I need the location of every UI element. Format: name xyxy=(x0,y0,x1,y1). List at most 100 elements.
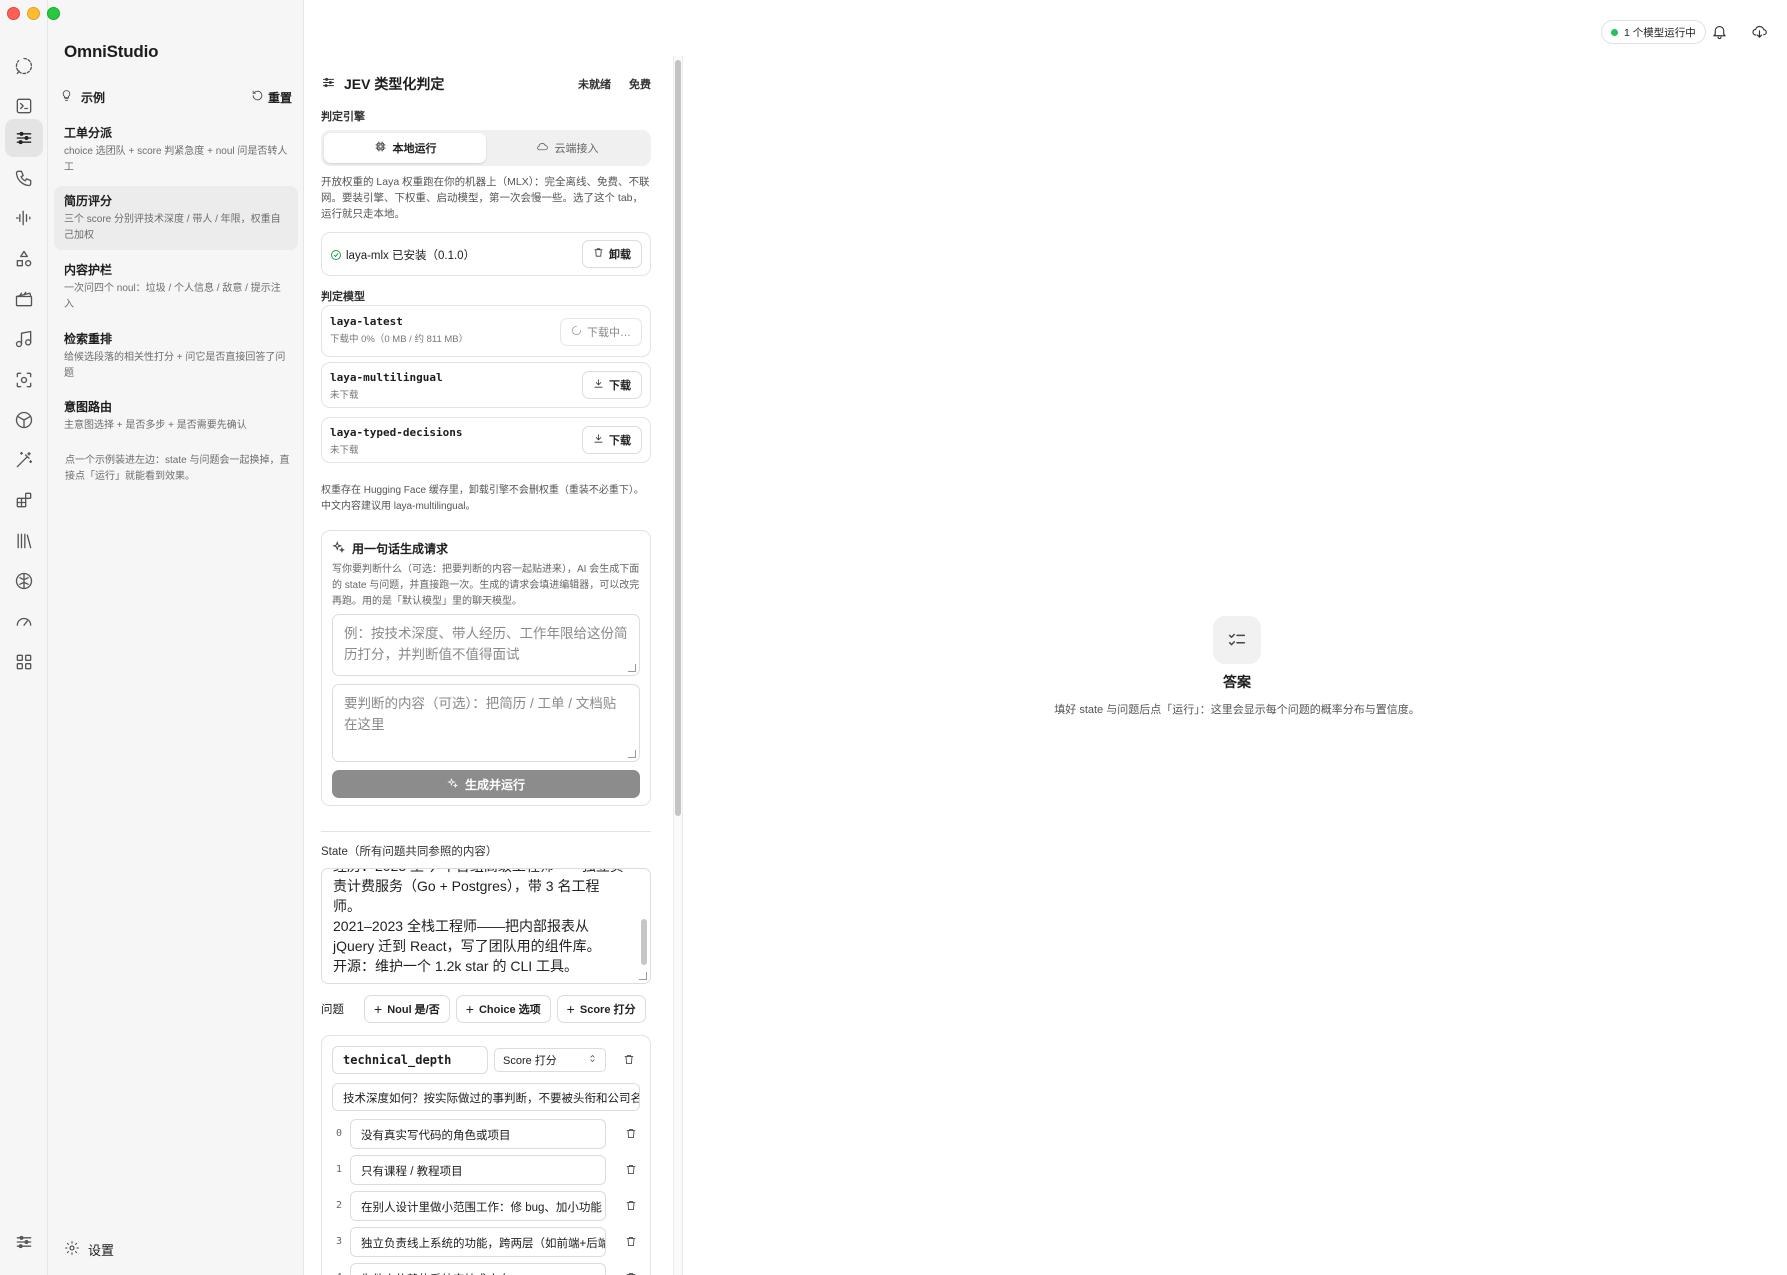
minimize-window-button[interactable] xyxy=(27,7,40,20)
price-badge: 免费 xyxy=(629,79,651,91)
model-status: 下载中 0%（0 MB / 约 811 MB） xyxy=(330,334,469,345)
download-button[interactable]: 下载 xyxy=(582,426,642,454)
example-item-retrieval-rerank[interactable]: 检索重排 给候选段落的相关性打分 + 问它是否直接回答了问题 xyxy=(54,324,298,388)
reset-icon xyxy=(251,89,264,105)
rail-music-icon[interactable] xyxy=(5,320,43,358)
example-item-intent-routing[interactable]: 意图路由 主意图选择 + 是否多步 + 是否需要先确认 xyxy=(54,392,298,440)
example-item-ticket-routing[interactable]: 工单分派 choice 选团队 + score 判紧急度 + noul 问是否转… xyxy=(54,118,298,182)
rail-magic-wand-icon[interactable] xyxy=(5,441,43,479)
tab-cloud-label: 云端接入 xyxy=(554,143,599,155)
sparkles-icon xyxy=(332,540,346,557)
content-textarea[interactable]: 要判断的内容（可选）：把简历 / 工单 / 文档贴在这里 xyxy=(332,684,640,762)
zoom-window-button[interactable] xyxy=(47,7,60,20)
rail-decisions-icon[interactable] xyxy=(5,119,43,157)
chip-icon xyxy=(374,140,387,156)
rail-apps-grid-icon[interactable] xyxy=(5,643,43,681)
rail-gauge-icon[interactable] xyxy=(5,602,43,640)
rail-library-icon[interactable] xyxy=(5,522,43,560)
rail-3d-icon[interactable] xyxy=(5,401,43,439)
engine-description: 开放权重的 Laya 权重跑在你的机器上（MLX）：完全离线、免费、不联网。要装… xyxy=(321,176,650,220)
model-status: 未下载 xyxy=(330,390,359,401)
resize-handle[interactable] xyxy=(628,664,636,672)
state-label: State（所有问题共同参照的内容） xyxy=(321,846,498,858)
sparkles-icon xyxy=(447,777,459,792)
models-note: 权重存在 Hugging Face 缓存里，卸载引擎不会删权重（重装不必重下）。… xyxy=(321,485,644,512)
score-option: 0 没有真实写代码的角色或项目 xyxy=(332,1119,650,1149)
settings-label: 设置 xyxy=(88,1243,115,1258)
model-name: laya-multilingual xyxy=(330,371,443,384)
option-input[interactable]: 为他人依赖的系统定技术方向 xyxy=(350,1263,606,1275)
trash-icon xyxy=(593,247,604,261)
plus-icon: + xyxy=(465,1001,474,1017)
option-input[interactable]: 在别人设计里做小范围工作：修 bug、加小功能 xyxy=(350,1191,606,1221)
checklist-icon xyxy=(1213,616,1261,664)
rail-chat-icon[interactable] xyxy=(5,47,43,85)
state-content: 经历：2023 至今 平台组高级工程师——独立负责计费服务（Go + Postg… xyxy=(333,869,624,974)
rail-shapes-icon[interactable] xyxy=(5,240,43,278)
request-textarea[interactable]: 例：按技术深度、带人经历、工作年限给这份简历打分，并判断值不值得面试 xyxy=(332,614,640,676)
example-desc: 主意图选择 + 是否多步 + 是否需要先确认 xyxy=(64,420,247,431)
model-status-pill[interactable]: 1 个模型运行中 xyxy=(1601,20,1706,44)
plus-icon: + xyxy=(566,1001,575,1017)
delete-question-icon[interactable] xyxy=(623,1053,635,1066)
delete-option-icon[interactable] xyxy=(625,1163,637,1176)
add-choice-label: Choice 选项 xyxy=(478,1004,541,1016)
option-input[interactable]: 独立负责线上系统的功能，跨两层（如前端+后端） xyxy=(350,1227,606,1257)
app-window: OmniStudio 示例 重置 工单分派 choice 选团队 + score… xyxy=(0,0,1787,1275)
panel-scrollbar[interactable] xyxy=(675,60,681,816)
examples-title: 示例 xyxy=(81,90,106,105)
rail-sliders-icon[interactable] xyxy=(14,1232,34,1257)
example-title: 简历评分 xyxy=(64,194,113,208)
score-option: 4 为他人依赖的系统定技术方向 xyxy=(332,1263,650,1275)
download-button[interactable]: 下载 xyxy=(582,371,642,399)
resize-handle[interactable] xyxy=(639,972,647,980)
close-window-button[interactable] xyxy=(7,7,20,20)
rail-scan-icon[interactable] xyxy=(5,361,43,399)
rail-phone-icon[interactable] xyxy=(5,159,43,197)
tab-local[interactable]: 本地运行 xyxy=(324,133,486,163)
uninstall-button[interactable]: 卸载 xyxy=(582,240,642,268)
model-card: laya-latest 下载中 0%（0 MB / 约 811 MB） 下载中… xyxy=(321,305,651,357)
question-text-input[interactable]: 技术深度如何？按实际做过的事判断，不要被头衔和公司名影响 xyxy=(332,1083,640,1111)
delete-option-icon[interactable] xyxy=(625,1127,637,1140)
rail-brain-icon[interactable] xyxy=(5,562,43,600)
bell-icon[interactable] xyxy=(1711,23,1728,45)
option-input[interactable]: 只有课程 / 教程项目 xyxy=(350,1155,606,1185)
tab-cloud[interactable]: 云端接入 xyxy=(486,133,648,163)
model-status: 未下载 xyxy=(330,445,359,456)
resize-handle[interactable] xyxy=(628,750,636,758)
state-scrollbar[interactable] xyxy=(641,919,647,965)
add-score-button[interactable]: + Score 打分 xyxy=(556,995,646,1023)
settings-button[interactable]: 设置 xyxy=(64,1240,114,1259)
delete-option-icon[interactable] xyxy=(625,1199,637,1212)
example-item-content-guardrail[interactable]: 内容护栏 一次问四个 noul：垃圾 / 个人信息 / 敌意 / 提示注入 xyxy=(54,255,298,319)
example-item-resume-scoring[interactable]: 简历评分 三个 score 分别评技术深度 / 带人 / 年限，权重自己加权 xyxy=(54,186,298,250)
decision-config-panel: JEV 类型化判定 未就绪 免费 判定引擎 本地运行 云端接入 开放权重的 La… xyxy=(305,56,675,1275)
downloading-label: 下载中… xyxy=(587,327,631,339)
reset-button[interactable]: 重置 xyxy=(251,89,292,106)
question-type-select[interactable]: Score 打分 xyxy=(494,1048,606,1072)
delete-option-icon[interactable] xyxy=(625,1271,637,1275)
panel-header: JEV 类型化判定 未就绪 免费 xyxy=(321,74,651,94)
model-card: laya-typed-decisions 未下载 下载 xyxy=(321,417,651,463)
example-title: 工单分派 xyxy=(64,126,113,140)
option-input[interactable]: 没有真实写代码的角色或项目 xyxy=(350,1119,606,1149)
add-noul-button[interactable]: + Noul 是/否 xyxy=(364,995,450,1023)
engine-installed-text: laya-mlx 已安装（0.1.0） xyxy=(346,250,476,262)
download-icon xyxy=(593,378,604,392)
add-choice-button[interactable]: + Choice 选项 xyxy=(455,995,551,1023)
engine-label: 判定引擎 xyxy=(321,111,365,123)
delete-option-icon[interactable] xyxy=(625,1235,637,1248)
uninstall-label: 卸载 xyxy=(609,249,631,261)
question-name-input[interactable]: technical_depth xyxy=(332,1046,488,1074)
cloud-download-icon[interactable] xyxy=(1751,23,1768,45)
request-placeholder: 例：按技术深度、带人经历、工作年限给这份简历打分，并判断值不值得面试 xyxy=(344,626,628,662)
state-textarea[interactable]: 经历：2023 至今 平台组高级工程师——独立负责计费服务（Go + Postg… xyxy=(321,868,651,984)
rail-video-icon[interactable] xyxy=(5,280,43,318)
score-option: 1 只有课程 / 教程项目 xyxy=(332,1155,650,1185)
generate-run-button[interactable]: 生成并运行 xyxy=(332,770,640,798)
rail-audio-wave-icon[interactable] xyxy=(5,199,43,237)
model-card: laya-multilingual 未下载 下载 xyxy=(321,362,651,408)
rail-plugins-icon[interactable] xyxy=(5,481,43,519)
models-label: 判定模型 xyxy=(321,291,365,303)
